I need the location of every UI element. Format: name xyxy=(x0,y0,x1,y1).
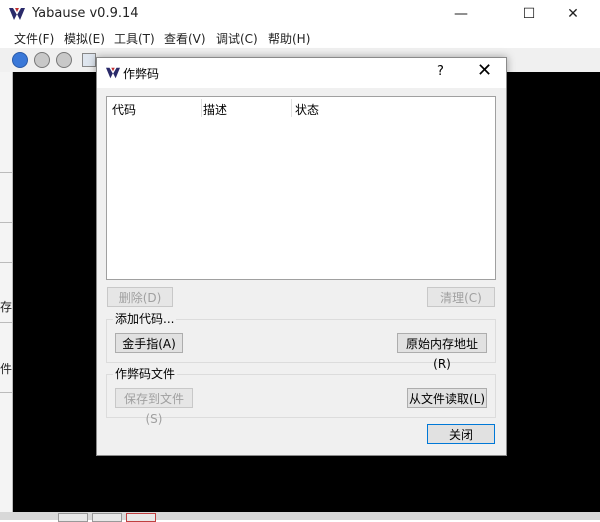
cheat-list[interactable]: 代码 描述 状态 xyxy=(106,96,496,280)
menu-debug[interactable]: 调试(C) xyxy=(216,30,258,47)
reset-icon[interactable] xyxy=(56,52,72,68)
menu-help[interactable]: 帮助(H) xyxy=(268,30,310,47)
document-icon[interactable] xyxy=(82,53,96,67)
strip-text: 件 xyxy=(0,362,13,376)
menu-tools[interactable]: 工具(T) xyxy=(114,30,155,47)
app-title: Yabause v0.9.14 xyxy=(32,6,139,21)
column-header-status[interactable]: 状态 xyxy=(295,101,319,118)
menu-file[interactable]: 文件(F) xyxy=(14,30,54,47)
cheat-file-group-label: 作弊码文件 xyxy=(113,365,178,382)
app-titlebar: Yabause v0.9.14 — ☐ ✕ xyxy=(0,0,600,28)
dialog-title: 作弊码 xyxy=(123,67,160,81)
strip-divider xyxy=(0,392,12,393)
strip-text: 存 xyxy=(0,300,13,314)
taskbar-button[interactable] xyxy=(58,513,88,522)
dialog-close-button[interactable]: ✕ xyxy=(477,60,492,81)
save-to-file-button[interactable]: 保存到文件(S) xyxy=(115,388,193,426)
add-code-group-label: 添加代码... xyxy=(113,310,177,327)
menu-view[interactable]: 查看(V) xyxy=(164,30,206,47)
close-button[interactable]: ✕ xyxy=(550,0,596,28)
raw-address-button[interactable]: 原始内存地址(R) xyxy=(397,333,487,371)
pause-icon[interactable] xyxy=(34,52,50,68)
load-from-file-button[interactable]: 从文件读取(L) xyxy=(407,388,487,408)
strip-divider xyxy=(0,322,12,323)
delete-button[interactable]: 删除(D) xyxy=(107,287,173,307)
taskbar-button[interactable] xyxy=(126,513,156,522)
taskbar xyxy=(0,512,600,520)
yabause-logo-icon xyxy=(106,67,120,79)
taskbar-button[interactable] xyxy=(92,513,122,522)
close-dialog-button[interactable]: 关闭 xyxy=(427,424,495,444)
column-header-description[interactable]: 描述 xyxy=(203,101,227,118)
column-separator[interactable] xyxy=(201,99,202,117)
cheats-dialog: 作弊码 ? ✕ 代码 描述 状态 删除(D) 清理(C) 添加代码... 金手指… xyxy=(96,57,507,456)
column-separator[interactable] xyxy=(291,99,292,117)
gameshark-button[interactable]: 金手指(A) xyxy=(115,333,183,353)
strip-divider xyxy=(0,262,12,263)
background-window-strip: 存 件 xyxy=(0,72,13,512)
menu-emulation[interactable]: 模拟(E) xyxy=(64,30,105,47)
strip-divider xyxy=(0,222,12,223)
dialog-titlebar: 作弊码 ? ✕ xyxy=(97,58,506,88)
minimize-button[interactable]: — xyxy=(438,0,484,28)
help-button[interactable]: ? xyxy=(437,64,444,79)
column-header-code[interactable]: 代码 xyxy=(112,101,136,118)
menubar: 文件(F) 模拟(E) 工具(T) 查看(V) 调试(C) 帮助(H) xyxy=(0,28,600,48)
maximize-button[interactable]: ☐ xyxy=(506,0,552,28)
clear-button[interactable]: 清理(C) xyxy=(427,287,495,307)
strip-divider xyxy=(0,172,12,173)
yabause-logo-icon xyxy=(9,8,25,20)
play-icon[interactable] xyxy=(12,52,28,68)
